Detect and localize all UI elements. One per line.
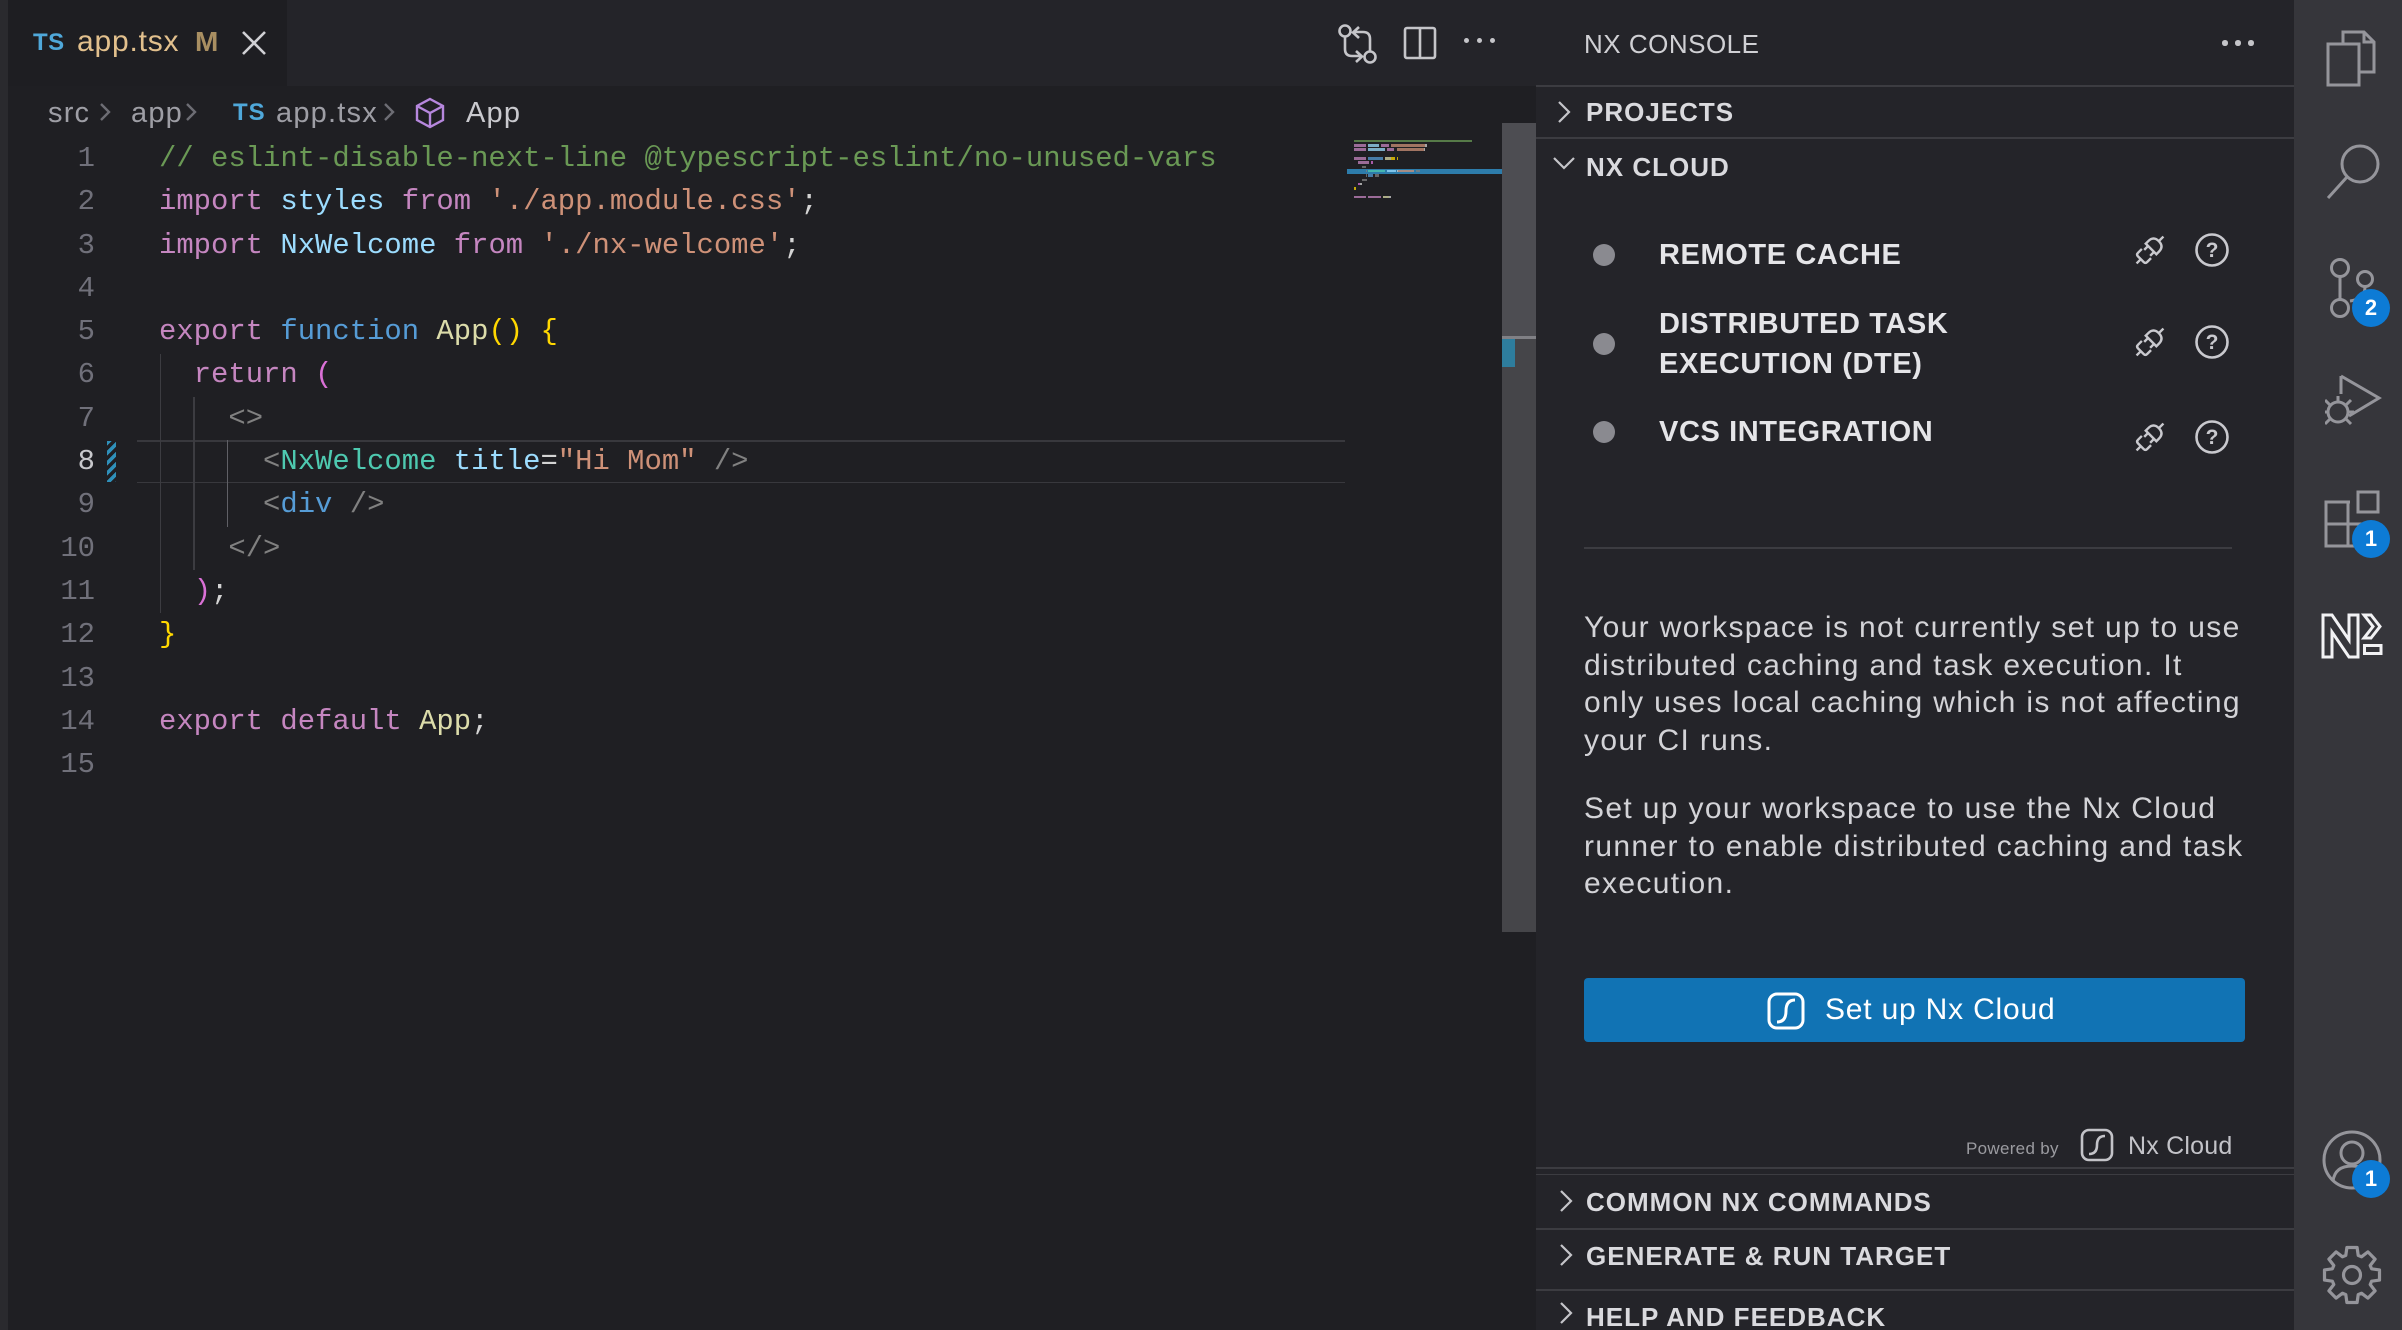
svg-text:?: ? <box>2206 239 2219 262</box>
svg-text:?: ? <box>2206 426 2219 449</box>
svg-text:?: ? <box>2206 331 2219 354</box>
